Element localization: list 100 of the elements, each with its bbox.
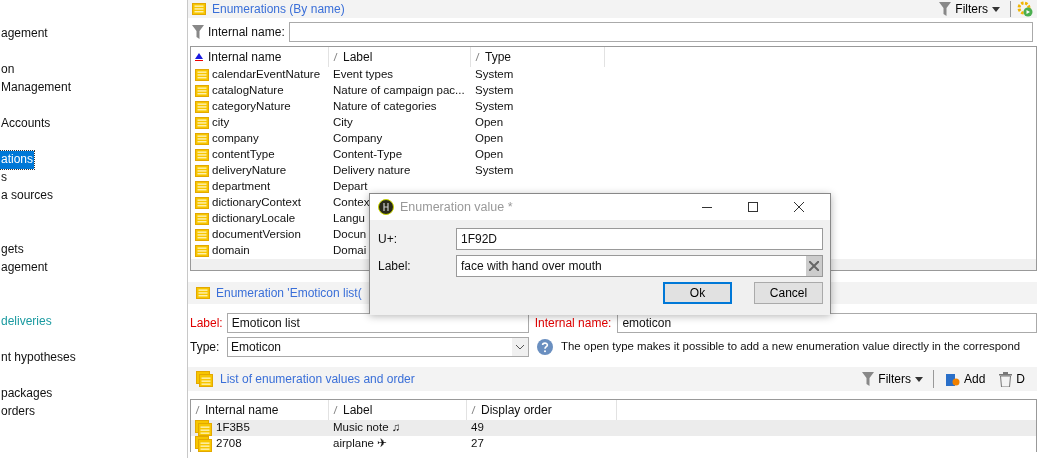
list-icon	[195, 181, 209, 193]
table-row[interactable]: 2708 airplane ✈ 27	[191, 436, 1036, 452]
table-cell-text: calendarEventNature	[212, 67, 321, 83]
table-cell: Depart	[333, 180, 368, 193]
tree-item[interactable]: on	[0, 61, 16, 79]
ok-button[interactable]: Ok	[663, 282, 732, 304]
filter-icon	[939, 2, 952, 16]
tree-item[interactable]: nt hypotheses	[0, 349, 77, 367]
filter-label: Internal name:	[208, 24, 285, 41]
table-cell: System	[475, 164, 514, 177]
tree-item[interactable]: packages	[0, 385, 54, 403]
help-icon	[537, 339, 553, 355]
list-icon	[195, 133, 209, 145]
list-icon	[195, 245, 209, 257]
type-select[interactable]: Emoticon	[227, 337, 529, 357]
table-cell: City	[333, 116, 353, 129]
table-cell-text: deliveryNature	[212, 163, 287, 179]
table-cell-text: city	[212, 115, 230, 131]
list-icon	[195, 149, 209, 161]
caret-icon	[992, 6, 1000, 12]
table-cell: Event types	[333, 68, 394, 81]
list-icon	[195, 117, 209, 129]
tree-item[interactable]: deliveries	[0, 313, 53, 331]
column-header[interactable]: Type	[471, 47, 605, 67]
tree-item[interactable]: gets	[0, 241, 25, 259]
filter-icon	[192, 25, 204, 39]
tree-item[interactable]: a sources	[0, 187, 55, 205]
list-icon	[195, 69, 209, 81]
minimize-icon	[702, 206, 712, 208]
list-icon	[195, 197, 209, 209]
tree-item[interactable]: orders	[0, 403, 36, 421]
filters-button[interactable]: Filters	[858, 370, 927, 388]
chevron-down-icon	[512, 338, 528, 356]
window-title: Enumeration value *	[400, 198, 513, 216]
table-cell: Contex	[333, 196, 370, 209]
list-icon	[195, 229, 209, 241]
table-cell-text: company	[212, 131, 259, 147]
table-cell-text: catalogNature	[212, 83, 284, 99]
table-cell-text: categoryNature	[212, 99, 291, 115]
app-logo-icon	[378, 199, 394, 215]
panel-title: Enumerations (By name)	[212, 1, 345, 18]
maximize-icon	[748, 202, 758, 212]
filters-button[interactable]: Filters	[935, 0, 1004, 18]
table-cell: Delivery nature	[333, 164, 411, 177]
caret-icon	[914, 376, 923, 382]
table-cell: Open	[475, 116, 504, 129]
table-cell: 27	[471, 437, 484, 450]
delete-button[interactable]: D	[995, 370, 1029, 388]
close-icon	[794, 202, 804, 212]
list-icon	[196, 287, 210, 299]
table-cell: Open	[475, 148, 504, 161]
table-cell-text: dictionaryLocale	[212, 211, 296, 227]
column-header[interactable]: Internal name	[191, 47, 329, 67]
table-cell-text: contentType	[212, 147, 275, 163]
column-header[interactable]: Label	[329, 47, 471, 67]
table-row[interactable]: 1F3B5 Music note ♫ 49	[191, 420, 1036, 436]
table-cell-text: 2708	[216, 436, 242, 452]
help-text: The open type makes it possible to add a new enumeration value directly in the correspond	[561, 339, 1021, 355]
tree-item[interactable]: Management	[0, 79, 73, 97]
table-cell-text: dictionaryContext	[212, 195, 301, 211]
table-cell: Langu	[333, 212, 365, 225]
table-cell: Content-Type	[333, 148, 403, 161]
list-icon	[195, 436, 213, 452]
text-field[interactable]: face with hand over mouth	[456, 255, 823, 277]
table-cell-text: domain	[212, 243, 250, 259]
section-title: List of enumeration values and order	[220, 371, 415, 388]
field-label: Label:	[190, 315, 223, 332]
cancel-button[interactable]: Cancel	[754, 282, 823, 304]
table-cell: Docun	[333, 228, 367, 241]
table-cell: Music note ♫	[333, 421, 401, 434]
table-cell: System	[475, 68, 514, 81]
list-icon	[196, 371, 214, 387]
tree-item[interactable]: ations	[0, 151, 35, 169]
table-cell: Company	[333, 132, 383, 145]
list-icon	[195, 85, 209, 97]
filter-icon	[862, 372, 875, 386]
list-icon	[195, 101, 209, 113]
add-button[interactable]: Add	[939, 370, 990, 388]
table-cell: airplane ✈	[333, 437, 388, 450]
tree-item[interactable]: agement	[0, 259, 49, 277]
tree-item[interactable]: agement	[0, 25, 49, 43]
field-label: Internal name:	[534, 315, 612, 332]
section-title: Enumeration 'Emoticon list(	[216, 285, 362, 302]
field-label: Label:	[378, 258, 412, 275]
table-cell: Domai	[333, 244, 367, 257]
clear-button[interactable]	[806, 256, 822, 276]
table-cell-text: 1F3B5	[216, 420, 250, 436]
tree-item[interactable]: s	[0, 169, 8, 187]
field-label: U+:	[378, 231, 398, 248]
list-icon	[195, 165, 209, 177]
internal-name-field[interactable]	[288, 22, 1033, 42]
table-cell: Open	[475, 132, 504, 145]
text-field[interactable]: 1F92D	[456, 228, 823, 250]
tree-item[interactable]: Accounts	[0, 115, 52, 133]
close-icon	[809, 261, 819, 271]
table-cell-text: documentVersion	[212, 227, 301, 243]
list-icon	[192, 3, 206, 15]
table-cell: System	[475, 100, 514, 113]
list-icon	[195, 420, 213, 436]
field-label: Type:	[190, 339, 221, 356]
